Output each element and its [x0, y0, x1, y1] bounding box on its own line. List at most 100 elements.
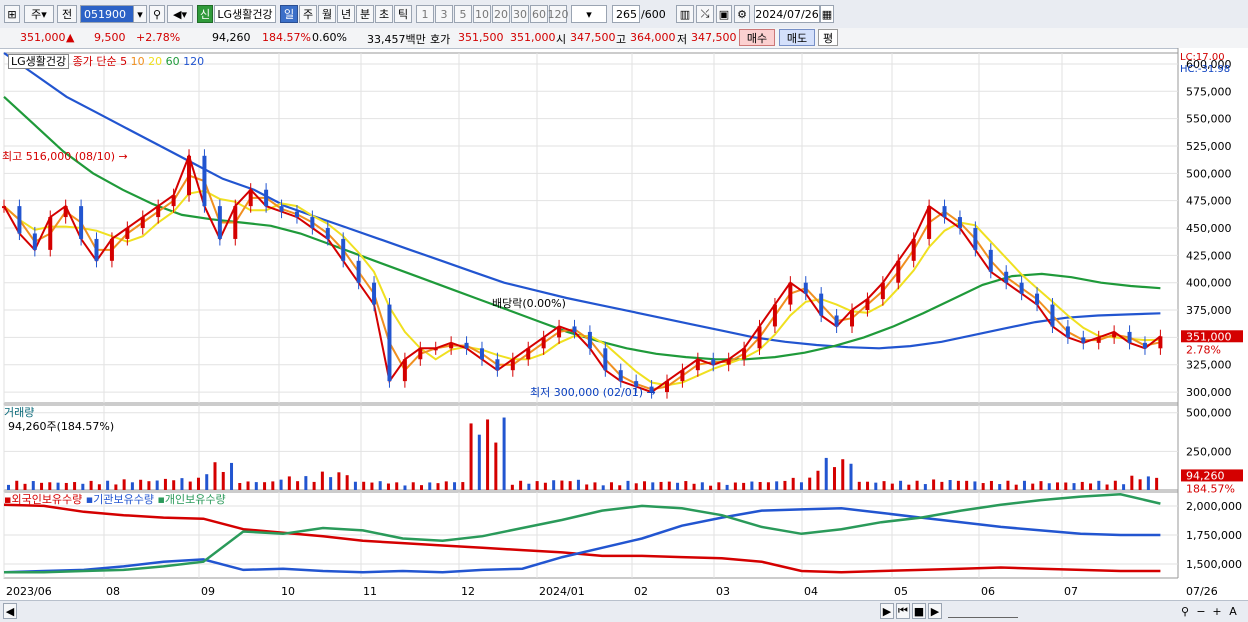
candle-body — [202, 155, 207, 207]
chart-area[interactable]: 2023/06 08 09 10 11 12 2024/01 02 03 04 05 06 07 07/2… — [0, 48, 1248, 600]
candle-body — [17, 206, 22, 234]
window-icon[interactable]: ⊞ — [4, 5, 20, 23]
candle-body — [957, 217, 962, 228]
volume-bar — [246, 481, 250, 490]
volume-bar — [1105, 484, 1109, 490]
volume-bar — [279, 479, 283, 490]
volume-bar — [205, 474, 209, 490]
range-type-button[interactable]: 전 — [57, 5, 77, 23]
candle-body — [1019, 282, 1024, 294]
volume-bar — [97, 484, 101, 490]
volume-bar — [857, 481, 861, 490]
volume-bar — [188, 481, 192, 490]
candle-body — [911, 238, 916, 261]
price-y-tick: 575,000 — [1186, 85, 1232, 98]
scroll-left-icon[interactable]: ◀ — [3, 603, 17, 619]
tab-period-5[interactable]: 초 — [375, 5, 393, 23]
market-select-label: 주 — [31, 8, 42, 21]
tab-period-0[interactable]: 일 — [280, 5, 298, 23]
sound-icon[interactable]: ◀▾ — [167, 5, 193, 23]
zoom-in-icon[interactable]: + — [1210, 603, 1224, 619]
tab-interval-10[interactable]: 10 — [473, 5, 491, 23]
quote-label: 호가 — [430, 33, 451, 46]
zoom-icon[interactable]: ⚲ — [1178, 603, 1192, 619]
volume-bar — [948, 480, 952, 490]
tab-period-4[interactable]: 분 — [356, 5, 374, 23]
volume-bar — [742, 482, 746, 490]
tab-period-3[interactable]: 년 — [337, 5, 355, 23]
candle-body — [695, 359, 700, 371]
sell-button[interactable]: 매도 — [779, 29, 815, 46]
stock-code-input[interactable]: 051900 — [80, 5, 134, 23]
ma-period-10: 10 — [130, 55, 149, 68]
volume-bar — [329, 477, 333, 490]
tab-interval-120[interactable]: 120 — [548, 5, 569, 23]
tab-interval-60[interactable]: 60 — [530, 5, 548, 23]
candle-body — [572, 326, 577, 332]
candle-body — [757, 326, 762, 349]
stock-code-dropdown-icon[interactable]: ▾ — [133, 5, 147, 23]
candle-body — [988, 249, 993, 272]
save-icon[interactable]: ▣ — [716, 5, 732, 23]
market-select[interactable]: 주 ▾ — [24, 5, 54, 23]
rewind-icon[interactable]: ⏮ — [896, 603, 910, 619]
candle-body — [48, 217, 53, 250]
tab-interval-1[interactable]: 1 — [416, 5, 434, 23]
candle-body — [942, 206, 947, 218]
tab-interval-30[interactable]: 30 — [511, 5, 529, 23]
average-button[interactable]: 평 — [818, 29, 838, 46]
ma-period-60: 60 — [165, 55, 184, 68]
volume-bar — [725, 484, 729, 490]
price-y-tick: 525,000 — [1186, 140, 1232, 153]
quote-infobar: 351,000 ▲ 9,500 +2.78% 94,260 184.57% 0.… — [0, 28, 1248, 49]
count-input[interactable]: 265 — [612, 5, 640, 23]
draw-tool-icon[interactable]: ⤯ — [696, 5, 714, 23]
volume-bar — [832, 467, 836, 490]
calendar-icon[interactable]: ▦ — [820, 5, 834, 23]
x-axis-label: 10 — [281, 585, 295, 598]
buy-button[interactable]: 매수 — [739, 29, 775, 46]
volume-bar — [510, 484, 514, 490]
tab-period-2[interactable]: 월 — [318, 5, 336, 23]
tab-period-1[interactable]: 주 — [299, 5, 317, 23]
candle-body — [834, 315, 839, 327]
search-icon[interactable]: ⚲ — [149, 5, 165, 23]
volume-bar — [932, 479, 936, 490]
volume-bar — [1122, 484, 1126, 490]
turnover-percent: 0.60% — [312, 31, 347, 44]
lc-label: LC:17.00 — [1180, 52, 1225, 63]
ma-periods: 5 10 20 60 120 — [120, 55, 204, 68]
ma-period-20: 20 — [148, 55, 166, 68]
volume-bar — [1080, 481, 1084, 490]
candle-body — [356, 260, 361, 283]
volume-bar — [907, 484, 911, 490]
candle-body — [1158, 336, 1163, 349]
tab-interval-3[interactable]: 3 — [435, 5, 453, 23]
volume-tag: 94,260 — [1186, 469, 1225, 482]
date-input[interactable]: 2024/07/26 — [754, 5, 820, 23]
zoom-out-icon[interactable]: − — [1194, 603, 1208, 619]
interval-custom-input[interactable]: ▾ — [571, 5, 607, 23]
tab-interval-20[interactable]: 20 — [492, 5, 510, 23]
holdings-y-tick: 1,500,000 — [1186, 558, 1242, 571]
gear-icon[interactable]: ⚙ — [734, 5, 750, 23]
candle-body — [587, 331, 592, 349]
x-axis-label: 09 — [201, 585, 215, 598]
play-icon[interactable]: ▶ — [928, 603, 942, 619]
zoom-slider[interactable] — [948, 605, 1018, 618]
candle-type-icon[interactable]: ▥ — [676, 5, 694, 23]
tab-interval-5[interactable]: 5 — [454, 5, 472, 23]
stop-icon[interactable]: ■ — [912, 603, 926, 619]
candle-body — [541, 337, 546, 349]
candle-body — [526, 348, 531, 360]
volume-bar — [1113, 480, 1117, 490]
volume-bar — [31, 481, 35, 490]
font-size-icon[interactable]: A — [1226, 603, 1240, 619]
tab-period-6[interactable]: 틱 — [394, 5, 412, 23]
scroll-right-icon[interactable]: ▶ — [880, 603, 894, 619]
candle-body — [973, 228, 978, 250]
price-y-tick: 400,000 — [1186, 277, 1232, 290]
candle-body — [402, 359, 407, 382]
volume-bar — [841, 459, 845, 490]
volume-bar — [1006, 480, 1010, 490]
